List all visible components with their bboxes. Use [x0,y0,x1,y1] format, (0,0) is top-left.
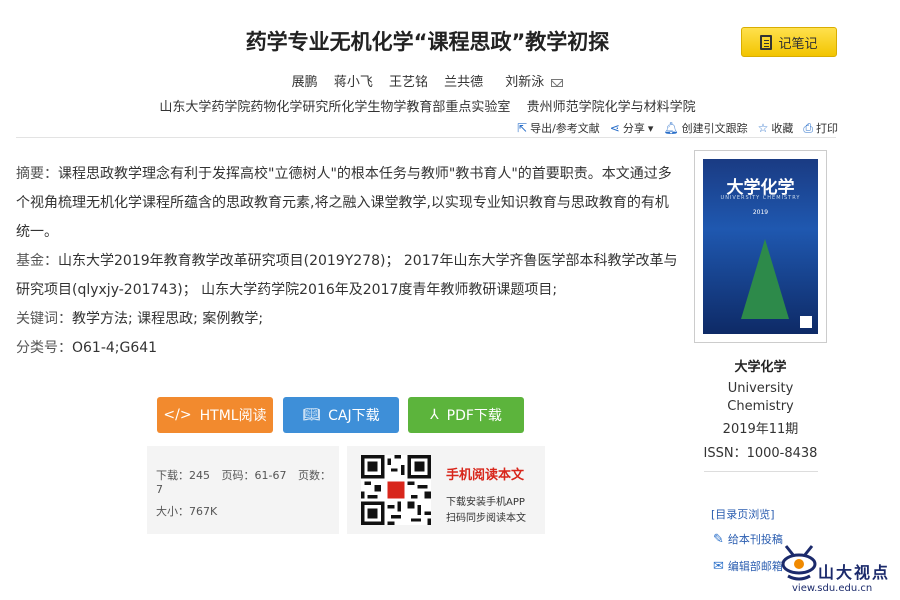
author-link[interactable]: 兰共德 [444,75,483,90]
journal-issue: 2019年11期 [722,422,799,437]
file-size: 大小：767K [156,505,218,518]
journal-issn: ISSN：1000-8438 [703,446,818,461]
caret-down-icon: ▾ [647,121,654,135]
favorite-button[interactable]: ☆ 收藏 [758,120,794,136]
abstract-text: 课程思政教学理念有利于发挥高校"立德树人"的根本任务与教师"教书育人"的首要职责… [16,166,672,240]
pen-icon: ✎ [713,531,724,547]
journal-divider [704,471,818,472]
institution-list: 山东大学药学院药物化学研究所化学生物学教育部重点实验室 贵州师范学院化学与材料学… [0,96,855,115]
institution-link[interactable]: 山东大学药学院药物化学研究所化学生物学教育部重点实验室 [159,100,510,115]
pdf-icon: ⅄ [430,407,439,423]
article-title: 药学专业无机化学“课程思政”教学初探 [245,30,610,54]
export-icon: ⇱ [517,121,528,135]
fund-label: 基金： [16,253,58,269]
pdf-download-button[interactable]: ⅄ PDF下载 [408,397,524,433]
star-icon: ☆ [757,121,769,135]
keywords-text[interactable]: 教学方法; 课程思政; 案例教学; [72,311,263,327]
mail-icon[interactable] [551,78,564,87]
journal-cover[interactable]: 大学化学 UNIVERSITY CHEMISTRY 2019 [694,150,827,343]
keywords-row: 关键词：教学方法; 课程思政; 案例教学; [16,305,680,334]
keywords-label: 关键词： [16,311,72,327]
bell-icon: 🔔︎ [663,121,679,135]
watermark-url: view.sdu.edu.cn [792,583,873,594]
submit-manuscript-link[interactable]: ✎ 给本刊投稿 [713,531,783,547]
header-divider [16,137,836,138]
classification-text: O61-4;G641 [72,340,158,356]
take-note-button[interactable]: 记笔记 [741,27,837,57]
toc-browse-link[interactable]: [目录页浏览] [711,506,775,522]
take-note-label: 记笔记 [778,36,818,52]
mobile-reading-panel: 手机阅读本文 下载安装手机APP 扫码同步阅读本文 [347,446,545,534]
mobile-line-1: 下载安装手机APP [446,497,525,508]
mobile-line-2: 扫码同步阅读本文 [446,513,526,524]
share-icon: ⋖ [609,121,620,135]
cover-year: 2019 [752,209,769,216]
watermark: 山大视点 view.sdu.edu.cn [780,542,900,600]
printer-icon: ⎙ [803,120,813,135]
abstract-label: 摘要： [16,166,58,182]
cover-image: 大学化学 UNIVERSITY CHEMISTRY 2019 [703,159,818,334]
fund-row: 基金：山东大学2019年教育教学改革研究项目(2019Y278)； 2017年山… [16,247,680,305]
download-count: 下载：245 [156,469,210,482]
page-range: 页码：61-67 [221,469,287,482]
envelope-icon: ✉ [713,558,724,574]
download-stats: 下载：245 页码：61-67 页数：7 大小：767K [147,446,339,534]
article-abstract-block: 摘要：课程思政教学理念有利于发挥高校"立德树人"的根本任务与教师"教书育人"的首… [16,160,680,363]
journal-name[interactable]: 大学化学 [694,356,827,375]
caj-download-button[interactable]: 📖︎ CAJ下载 [283,397,399,433]
author-link[interactable]: 展鹏 [292,75,318,90]
cover-subtitle: UNIVERSITY CHEMISTRY [720,195,801,201]
cover-tree-graphic [741,239,789,319]
qr-code[interactable] [361,455,431,525]
classification-row: 分类号：O61-4;G641 [16,334,680,363]
editorial-email-link[interactable]: ✉ 编辑部邮箱 [713,558,783,574]
article-toolbar: ⇱ 导出/参考文献 ⋖ 分享 ▾ 🔔︎ 创建引文跟踪 ☆ 收藏 ⎙ 打印 [517,120,838,136]
notebook-icon [760,34,773,50]
watermark-text: 山大视点 [818,563,891,582]
eye-logo-icon [781,545,817,581]
author-link[interactable]: 蒋小飞 [334,75,373,90]
share-button[interactable]: ⋖ 分享 ▾ [610,120,654,136]
classification-label: 分类号： [16,340,72,356]
code-icon: </> [163,407,192,423]
export-button[interactable]: ⇱ 导出/参考文献 [517,120,600,136]
fund-text[interactable]: 山东大学2019年教育教学改革研究项目(2019Y278)； 2017年山东大学… [16,253,678,298]
institution-link[interactable]: 贵州师范学院化学与材料学院 [527,100,696,115]
print-button[interactable]: ⎙ 打印 [803,120,838,136]
book-icon: 📖︎ [302,407,321,423]
mobile-read-title: 手机阅读本文 [446,468,525,483]
author-link[interactable]: 王艺铭 [389,75,428,90]
author-link[interactable]: 刘新泳 [499,75,564,90]
citation-alert-button[interactable]: 🔔︎ 创建引文跟踪 [663,120,747,136]
author-list: 展鹏 蒋小飞 王艺铭 兰共德 刘新泳 [0,71,855,90]
cover-qr-icon [800,316,812,328]
journal-english-name: University Chemistry [727,381,794,414]
abstract-row: 摘要：课程思政教学理念有利于发挥高校"立德树人"的根本任务与教师"教书育人"的首… [16,160,680,247]
html-read-button[interactable]: </> HTML阅读 [157,397,273,433]
